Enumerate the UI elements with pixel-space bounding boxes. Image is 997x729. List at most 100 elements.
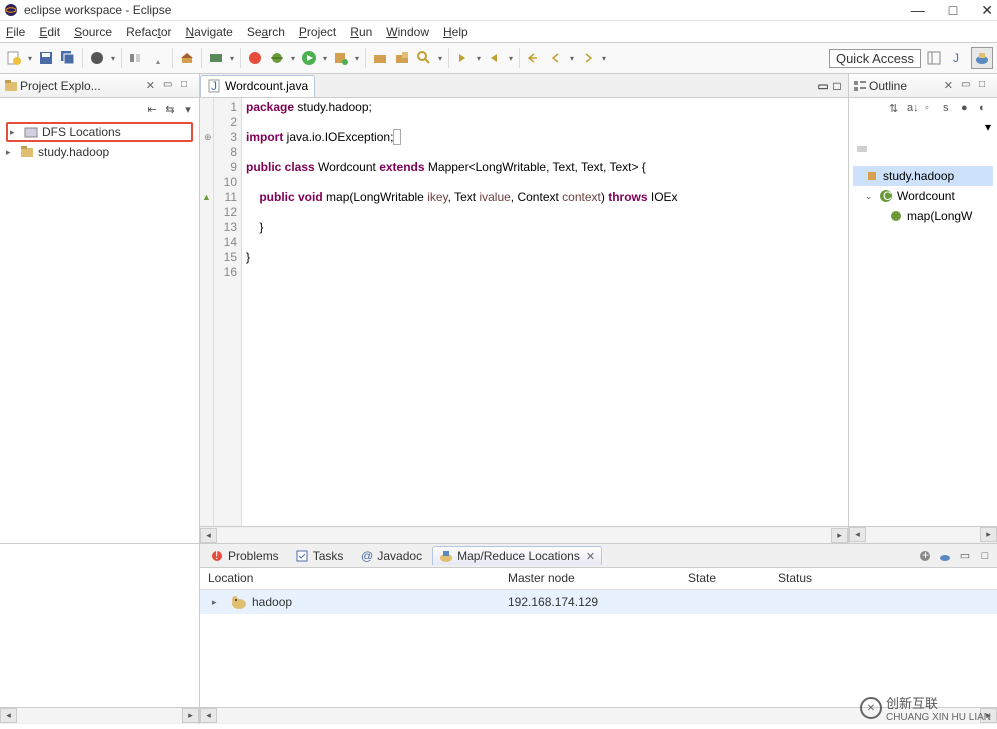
tab-tasks[interactable]: Tasks [289,547,350,565]
scroll-left-icon[interactable]: ◂ [849,527,866,542]
java-perspective-icon[interactable]: J [947,47,969,69]
menu-file[interactable]: File [6,25,25,39]
debug-dropdown[interactable]: ▾ [289,54,297,63]
col-status[interactable]: Status [770,568,997,589]
outline-item-package[interactable]: study.hadoop [853,166,993,186]
left-horizontal-scrollbar[interactable]: ◂ ▸ [0,707,199,724]
new-class-icon[interactable] [392,48,412,68]
tree-item-study-hadoop[interactable]: ▸ study.hadoop [6,142,193,162]
code-area[interactable]: package study.hadoop; import java.io.IOE… [242,98,848,526]
menu-window[interactable]: Window [386,25,429,39]
sort-icon[interactable]: ⇅ [889,102,903,116]
maximize-bottom-icon[interactable]: □ [977,548,993,564]
forward-icon[interactable] [578,48,598,68]
save-icon[interactable] [36,48,56,68]
run-last-icon[interactable] [331,48,351,68]
debug-icon[interactable] [267,48,287,68]
outline-horizontal-scrollbar[interactable]: ◂ ▸ [849,526,997,543]
close-view-icon[interactable]: ✕ [142,79,159,92]
menu-project[interactable]: Project [299,25,336,39]
perspective-icon[interactable] [87,48,107,68]
build-icon[interactable] [177,48,197,68]
tab-javadoc[interactable]: @ Javadoc [353,547,428,565]
col-state[interactable]: State [680,568,770,589]
minimize-outline-icon[interactable]: ▭ [961,79,975,93]
tree-item-dfs-locations[interactable]: ▸ DFS Locations [6,122,193,142]
close-tab-icon[interactable]: ✕ [586,550,595,563]
tree-arrow-icon[interactable]: ▸ [10,127,20,138]
menu-refactor[interactable]: Refactor [126,25,171,39]
view-menu-icon[interactable]: ▾ [181,102,195,116]
link-editor-icon[interactable]: ⇆ [163,102,177,116]
scroll-left-icon[interactable]: ◂ [200,708,217,723]
prev-annotation-icon[interactable] [485,48,505,68]
minimize-editor-icon[interactable]: ▭ [816,79,830,93]
close-outline-icon[interactable]: ✕ [940,79,957,92]
menu-run[interactable]: Run [350,25,372,39]
sort-alpha-icon[interactable]: a↓ [907,102,921,116]
import-container-icon[interactable] [855,142,997,156]
editor-horizontal-scrollbar[interactable]: ◂ ▸ [200,526,848,543]
search-icon[interactable] [414,48,434,68]
run-last-dropdown[interactable]: ▾ [353,54,361,63]
outline-view-menu-icon[interactable]: ▾ [985,120,991,142]
new-server-icon[interactable] [206,48,226,68]
new-location-icon[interactable]: + [917,548,933,564]
row-arrow-icon[interactable]: ▸ [212,597,226,608]
maximize-editor-icon[interactable]: □ [830,79,844,93]
menu-help[interactable]: Help [443,25,468,39]
open-perspective-icon[interactable] [923,47,945,69]
hide-static-icon[interactable]: s [943,102,957,116]
next-annotation-icon[interactable] [453,48,473,68]
forward-dropdown[interactable]: ▾ [600,54,608,63]
perspective-dropdown[interactable]: ▾ [109,54,117,63]
minimize-button[interactable]: — [911,2,925,19]
minimize-view-icon[interactable]: ▭ [163,79,177,93]
col-location[interactable]: Location [200,568,500,589]
toggle-icon[interactable] [126,48,146,68]
outline-item-class[interactable]: ⌄ C Wordcount [853,186,993,206]
hide-fields-icon[interactable]: ◦ [925,102,939,116]
scroll-left-icon[interactable]: ◂ [200,528,217,543]
new-icon[interactable] [4,48,24,68]
hide-nonpublic-icon[interactable]: ● [961,102,975,116]
pin-icon[interactable] [148,48,168,68]
run-dropdown[interactable]: ▾ [321,54,329,63]
maximize-button[interactable]: □ [949,2,957,19]
edit-location-icon[interactable] [937,548,953,564]
search-dropdown[interactable]: ▾ [436,54,444,63]
tree-arrow-icon[interactable]: ⌄ [865,191,875,202]
scroll-right-icon[interactable]: ▸ [182,708,199,723]
new-server-dropdown[interactable]: ▾ [228,54,236,63]
new-package-icon[interactable] [370,48,390,68]
tree-arrow-icon[interactable]: ▸ [6,147,16,158]
quick-access-input[interactable]: Quick Access [829,49,921,68]
new-dropdown[interactable]: ▾ [26,54,34,63]
tab-mapreduce[interactable]: Map/Reduce Locations ✕ [432,546,602,565]
hide-local-icon[interactable]: ◐ [979,102,993,116]
outline-item-method[interactable]: map(LongW [853,206,993,226]
tab-problems[interactable]: ! Problems [204,547,285,565]
stop-icon[interactable] [245,48,265,68]
collapse-all-icon[interactable]: ⇤ [145,102,159,116]
prev-annotation-dropdown[interactable]: ▾ [507,54,515,63]
menu-navigate[interactable]: Navigate [185,25,232,39]
run-icon[interactable] [299,48,319,68]
menu-edit[interactable]: Edit [39,25,60,39]
minimize-bottom-icon[interactable]: ▭ [957,548,973,564]
editor-body[interactable]: 1 2 ⊕3 8 9 10 ▲11 12 13 14 15 16 package… [200,98,848,526]
next-annotation-dropdown[interactable]: ▾ [475,54,483,63]
col-master[interactable]: Master node [500,568,680,589]
maximize-view-icon[interactable]: □ [181,79,195,93]
back-icon[interactable] [546,48,566,68]
menu-search[interactable]: Search [247,25,285,39]
scroll-right-icon[interactable]: ▸ [980,527,997,542]
maximize-outline-icon[interactable]: □ [979,79,993,93]
scroll-left-icon[interactable]: ◂ [0,708,17,723]
save-all-icon[interactable] [58,48,78,68]
last-edit-icon[interactable] [524,48,544,68]
mapreduce-perspective-icon[interactable] [971,47,993,69]
editor-tab-wordcount[interactable]: J Wordcount.java [200,75,315,97]
back-dropdown[interactable]: ▾ [568,54,576,63]
table-row[interactable]: ▸ hadoop 192.168.174.129 [200,590,997,614]
